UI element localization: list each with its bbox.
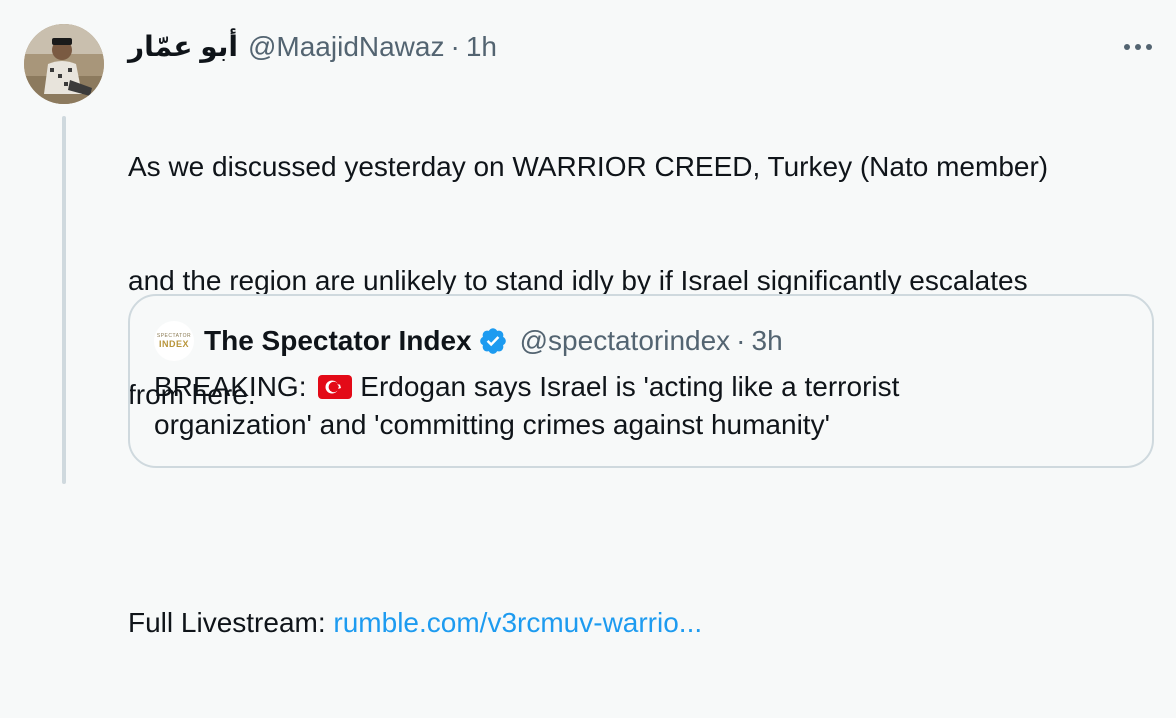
author-display-name[interactable]: أبو عمّار (128, 28, 238, 66)
author-handle[interactable]: @MaajidNawaz (248, 28, 445, 66)
quoted-tweet-text: BREAKING: Erdogan says Israel is 'acting… (154, 368, 1134, 444)
quoted-tweet[interactable]: SPECTATOR INDEX The Spectator Index @spe… (128, 294, 1154, 468)
livestream-label: Full Livestream: (128, 607, 334, 638)
more-dot-icon (1124, 44, 1130, 50)
separator-dot: · (736, 325, 746, 356)
quoted-text-line: BREAKING: Erdogan says Israel is 'acting… (154, 368, 1134, 406)
tweet-header: أبو عمّار @MaajidNawaz · 1h (128, 28, 497, 66)
tweet[interactable]: أبو عمّار @MaajidNawaz · 1h As we discus… (0, 0, 1176, 638)
quoted-author-display-name[interactable]: The Spectator Index (204, 325, 472, 357)
author-avatar[interactable] (24, 24, 104, 104)
livestream-link[interactable]: rumble.com/v3rcmuv-warrio... (333, 607, 702, 638)
tweet-timestamp[interactable]: 1h (466, 28, 497, 66)
more-options-icon[interactable] (1118, 30, 1158, 64)
breaking-label: BREAKING: (154, 371, 315, 402)
more-dot-icon (1146, 44, 1152, 50)
quoted-text-line: organization' and 'committing crimes aga… (154, 409, 830, 440)
turkey-flag-icon (318, 375, 353, 399)
more-dot-icon (1135, 44, 1141, 50)
quoted-author-handle[interactable]: @spectatorindex (520, 325, 731, 357)
quoted-author-avatar[interactable]: SPECTATOR INDEX (154, 321, 194, 361)
tweet-text-line: As we discussed yesterday on WARRIOR CRE… (128, 151, 1049, 182)
separator-dot: · (450, 31, 460, 62)
livestream-line: Full Livestream: rumble.com/v3rcmuv-warr… (128, 604, 1138, 642)
verified-badge-icon (479, 328, 506, 354)
thread-line (62, 116, 66, 484)
quoted-text-rest: Erdogan says Israel is 'acting like a te… (360, 371, 900, 402)
quoted-tweet-timestamp[interactable]: 3h (752, 325, 783, 357)
avatar-logo-big-text: INDEX (158, 339, 189, 349)
profile-photo-icon (24, 24, 104, 104)
quoted-tweet-header: SPECTATOR INDEX The Spectator Index @spe… (154, 321, 783, 361)
